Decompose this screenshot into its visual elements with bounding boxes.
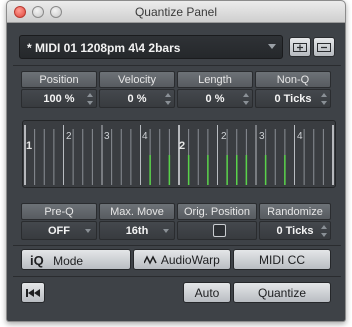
non-q-label: Non-Q [255,71,331,88]
save-preset-button[interactable] [289,37,311,57]
bar-label-2: 2 [179,140,185,152]
quantize-grid: 1 2 2 3 4 2 3 4 [24,125,334,185]
position-value: 100 % [43,93,75,105]
remove-preset-button[interactable] [313,37,335,57]
separator [13,245,341,246]
orig-position-checkbox[interactable] [213,224,226,237]
audiowarp-label: AudioWarp [160,253,220,267]
window-title: Quantize Panel [134,5,218,19]
beat-label: 4 [142,131,148,142]
midi-cc-button[interactable]: MIDI CC [233,249,331,270]
iq-logo-icon: iQ [30,253,44,268]
preset-row: * MIDI 01 1208pm 4\4 2bars [19,35,337,61]
spinner-icon[interactable] [321,225,327,237]
orig-position-field [177,221,257,240]
beat-label: 3 [259,131,265,142]
separator [13,65,341,66]
beat-label: 2 [221,131,227,142]
randomize-field[interactable]: 0 Ticks [259,221,331,240]
auto-button[interactable]: Auto [183,282,231,303]
randomize-value: 0 Ticks [276,225,314,237]
chevron-down-icon [85,229,91,233]
title-bar: Quantize Panel [7,1,345,23]
quantize-button[interactable]: Quantize [233,282,331,303]
spinner-icon[interactable] [243,93,249,105]
audiowarp-wave-icon [143,255,157,265]
quantize-label: Quantize [257,286,307,300]
separator [13,276,341,277]
spinner-icon[interactable] [165,93,171,105]
pre-q-label: Pre-Q [21,203,97,220]
length-value: 0 % [205,93,225,105]
preset-value: * MIDI 01 1208pm 4\4 2bars [27,41,181,55]
auto-label: Auto [194,286,220,300]
chevron-down-icon [163,229,169,233]
velocity-value: 0 % [127,93,147,105]
max-move-label: Max. Move [99,203,175,220]
length-field[interactable]: 0 % [177,89,253,108]
iq-mode-label: Mode [53,254,84,268]
audiowarp-button[interactable]: AudioWarp [133,249,231,270]
randomize-label: Randomize [259,203,331,220]
save-preset-icon [293,43,307,52]
spinner-icon[interactable] [87,93,93,105]
spinner-icon[interactable] [321,93,327,105]
length-label: Length [177,71,253,88]
iq-mode-button[interactable]: iQ Mode [21,249,131,270]
max-move-value: 16th [125,225,149,237]
beat-label: 2 [66,131,72,142]
preset-select[interactable]: * MIDI 01 1208pm 4\4 2bars [19,35,283,59]
non-q-field[interactable]: 0 Ticks [255,89,331,108]
position-field[interactable]: 100 % [21,89,97,108]
quantize-panel-window: Quantize Panel * MIDI 01 1208pm 4\4 2bar… [6,0,346,322]
position-label: Position [21,71,97,88]
velocity-label: Velocity [99,71,175,88]
beat-label: 4 [297,131,303,142]
beat-label: 3 [104,131,110,142]
non-q-value: 0 Ticks [274,93,312,105]
max-move-select[interactable]: 16th [99,221,175,240]
velocity-field[interactable]: 0 % [99,89,175,108]
pre-q-value: OFF [48,225,70,237]
quantize-grid-display[interactable]: 1 2 2 3 4 2 3 4 [22,120,336,188]
remove-preset-icon [317,43,331,52]
chevron-down-icon [268,44,276,49]
midi-cc-label: MIDI CC [259,253,305,267]
reset-quantize-button[interactable] [21,282,45,303]
orig-position-label: Orig. Position [177,203,257,220]
pre-q-select[interactable]: OFF [21,221,97,240]
bar-label-1: 1 [26,140,32,152]
skip-back-icon [26,289,40,297]
